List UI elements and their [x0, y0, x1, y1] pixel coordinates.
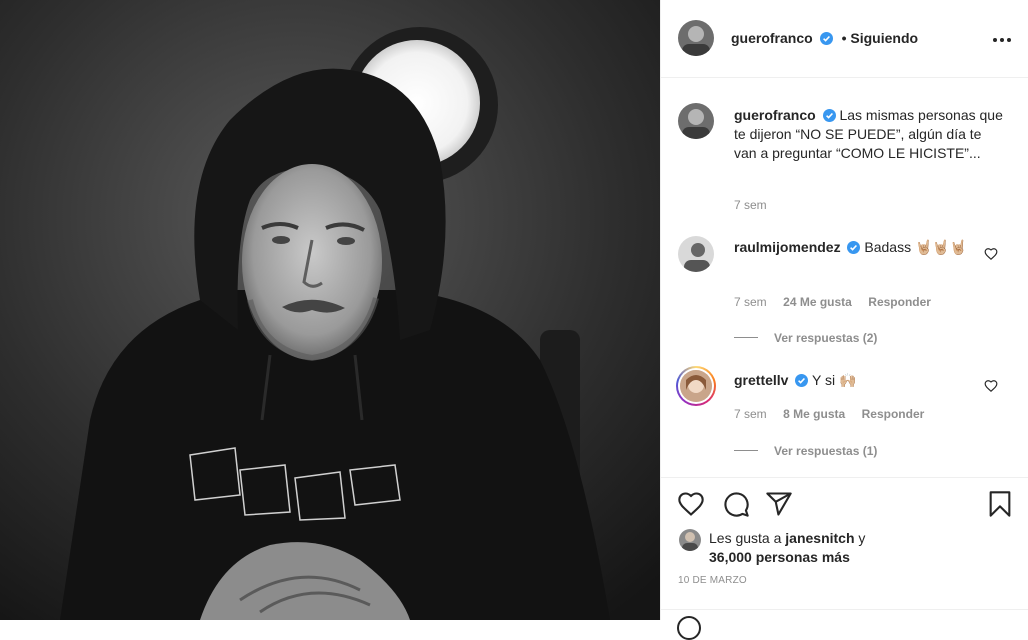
likes-others[interactable]: 36,000 personas más	[709, 549, 850, 565]
comment-time: 7 sem	[734, 407, 767, 421]
view-replies-button[interactable]: Ver respuestas (1)	[734, 442, 877, 460]
divider-line	[734, 450, 758, 452]
photo-image	[0, 0, 660, 620]
more-options-icon[interactable]	[991, 30, 1013, 50]
comment-time: 7 sem	[734, 295, 767, 309]
post-photo	[0, 0, 660, 620]
comment-username[interactable]: raulmijomendez	[734, 239, 841, 255]
likes-suffix: y	[858, 530, 866, 546]
comment-like-icon[interactable]	[984, 379, 998, 393]
view-replies-label: Ver respuestas (1)	[774, 444, 878, 458]
heart-icon[interactable]	[677, 490, 705, 518]
comment-avatar	[678, 368, 714, 404]
view-replies-label: Ver respuestas (2)	[774, 331, 878, 345]
comment-icon[interactable]	[722, 490, 750, 518]
bookmark-icon[interactable]	[986, 490, 1014, 518]
verified-badge-icon	[795, 373, 809, 387]
likes-user[interactable]: janesnitch	[785, 530, 854, 546]
comment-text: Badass 🤘🏼🤘🏼🤘🏼	[864, 239, 968, 255]
reply-button[interactable]: Responder	[862, 407, 925, 421]
caption-username[interactable]: guerofranco	[734, 107, 816, 123]
add-comment-bar	[661, 609, 1028, 640]
caption-avatar[interactable]	[678, 103, 714, 139]
story-ring[interactable]	[676, 366, 716, 406]
share-icon[interactable]	[765, 490, 793, 518]
comment-username[interactable]: grettellv	[734, 372, 788, 388]
caption-time: 7 sem	[734, 198, 767, 212]
comment-likes[interactable]: 24 Me gusta	[783, 295, 852, 309]
author-avatar[interactable]	[678, 20, 714, 56]
comment-like-icon[interactable]	[984, 247, 998, 261]
reply-button[interactable]: Responder	[868, 295, 931, 309]
post-header: guerofranco • Siguiendo	[661, 0, 1028, 78]
verified-badge-icon	[820, 32, 834, 45]
post-sidebar: guerofranco • Siguiendo guerofranco Las …	[660, 0, 1028, 640]
likes-summary: Les gusta a janesnitch y 36,000 personas…	[709, 529, 1009, 567]
follow-status[interactable]: • Siguiendo	[842, 30, 918, 46]
view-replies-button[interactable]: Ver respuestas (2)	[734, 329, 877, 347]
author-username[interactable]: guerofranco	[731, 30, 813, 46]
post-actions: Les gusta a janesnitch y 36,000 personas…	[661, 477, 1028, 640]
verified-badge-icon	[822, 108, 836, 122]
post-date[interactable]: 10 DE MARZO	[678, 575, 747, 586]
comment-text: Y si 🙌🏼	[812, 372, 857, 388]
divider-line	[734, 337, 758, 339]
likes-prefix: Les gusta a	[709, 530, 782, 546]
liker-avatar[interactable]	[679, 529, 701, 551]
comment-likes[interactable]: 8 Me gusta	[783, 407, 845, 421]
verified-badge-icon	[847, 240, 861, 254]
comment-avatar[interactable]	[678, 236, 714, 272]
